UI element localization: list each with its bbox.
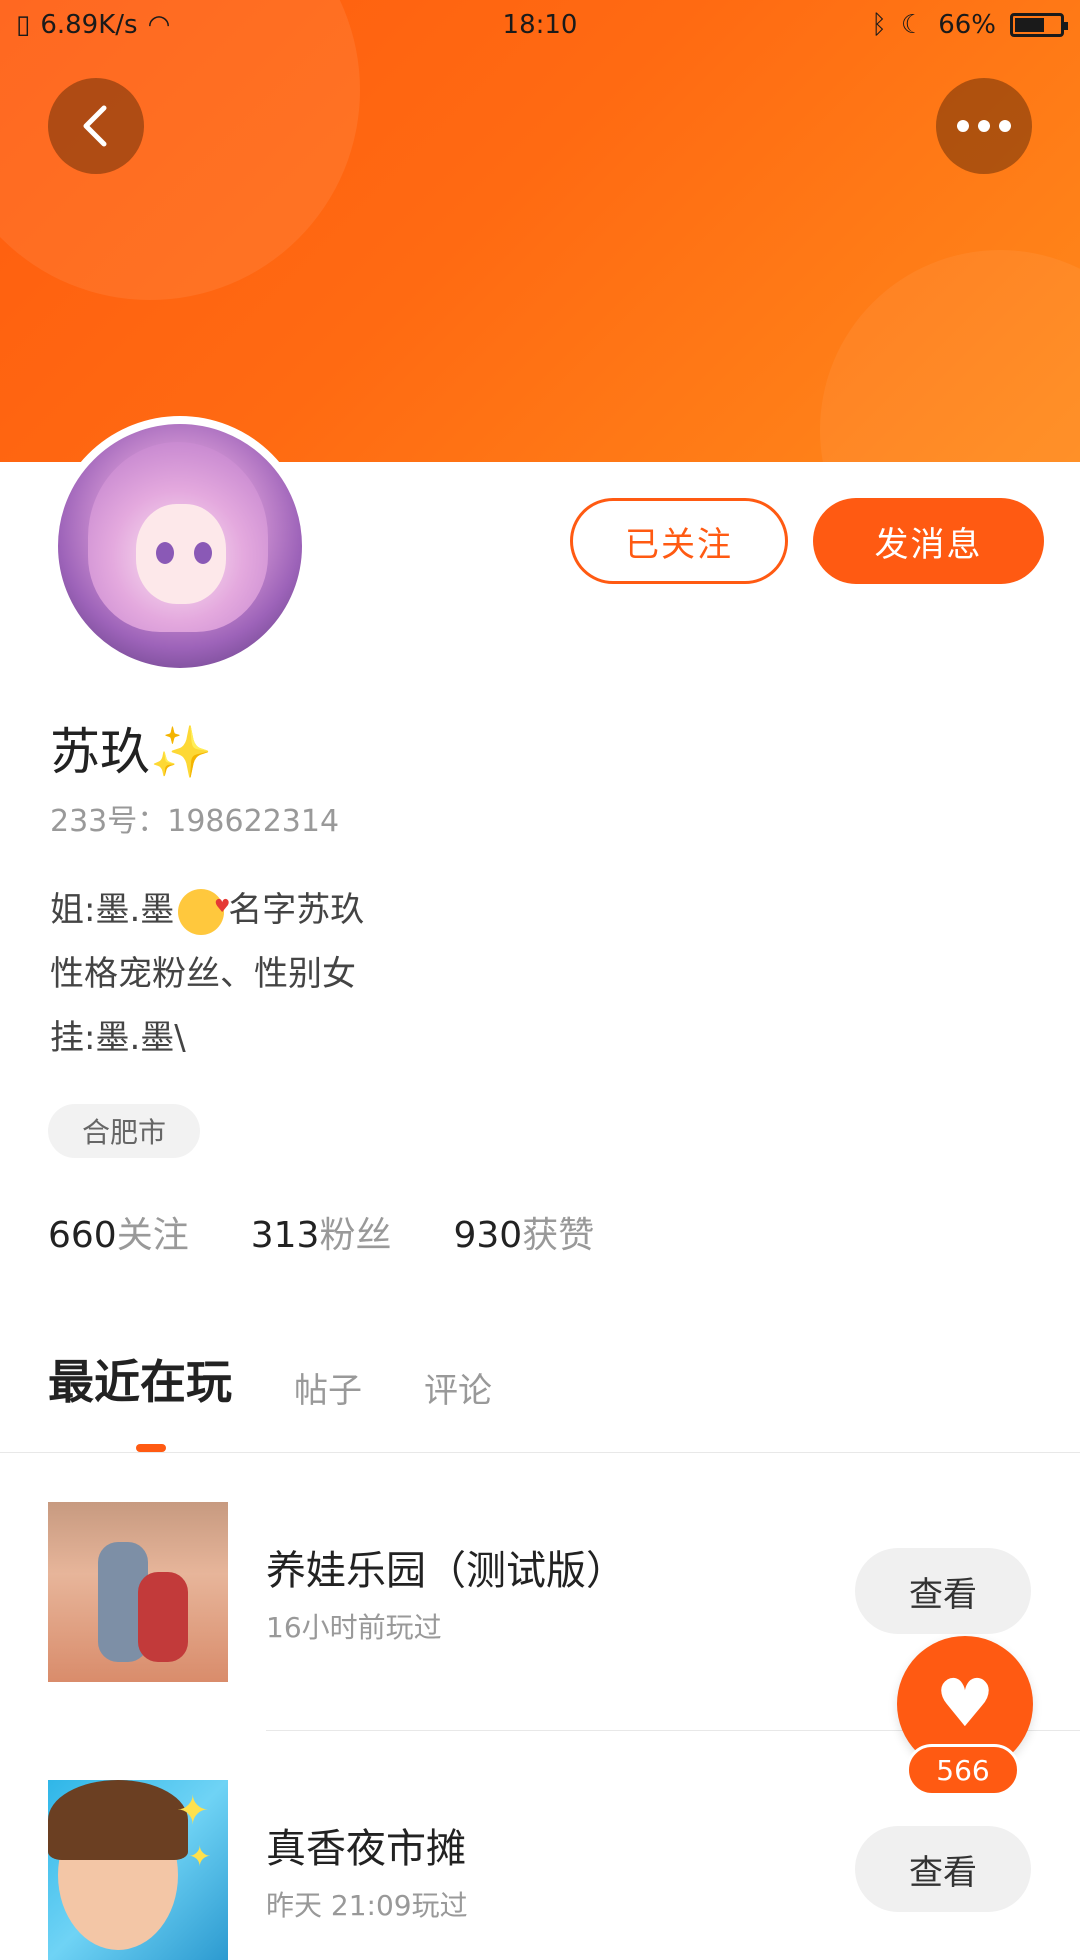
send-message-button[interactable]: 发消息: [813, 498, 1044, 584]
game-title: 养娃乐园（测试版）: [266, 1548, 626, 1594]
view-button[interactable]: 查看: [855, 1548, 1031, 1634]
battery-icon: [1010, 13, 1068, 37]
more-button[interactable]: [936, 78, 1032, 174]
game-last-played: 16小时前玩过: [266, 1611, 442, 1644]
tab-indicator: [136, 1444, 166, 1452]
stat-following[interactable]: 660关注: [48, 1206, 189, 1258]
game-thumbnail: [48, 1502, 228, 1682]
tab-comments[interactable]: 评论: [424, 1363, 492, 1412]
avatar[interactable]: [50, 416, 310, 676]
moon-icon: ☾: [900, 10, 925, 40]
more-horizontal-icon: [957, 120, 1011, 132]
profile-uid: 233号：198622314: [50, 804, 340, 839]
battery-percent: 66%: [938, 10, 996, 40]
bio-line: 挂:墨.墨\: [50, 1018, 186, 1058]
divider: [0, 1452, 1080, 1453]
profile-banner: ▯ 6.89K/s ◠ 18:10 ᛒ ☾ 66%: [0, 0, 1080, 462]
list-item[interactable]: ✦ ✦ 真香夜市摊 昨天 21:09玩过 查看: [0, 1780, 1080, 1960]
like-count-badge: 566: [906, 1744, 1020, 1796]
profile-tabs: 最近在玩 帖子 评论: [48, 1346, 492, 1412]
bluetooth-icon: ᛒ: [871, 10, 887, 40]
back-button[interactable]: [48, 78, 144, 174]
banner-glow: [820, 250, 1080, 462]
stat-likes[interactable]: 930获赞: [453, 1206, 594, 1258]
game-last-played: 昨天 21:09玩过: [266, 1889, 468, 1922]
tab-posts[interactable]: 帖子: [294, 1363, 362, 1412]
tab-recently-played[interactable]: 最近在玩: [48, 1346, 232, 1412]
stat-fans[interactable]: 313粉丝: [251, 1206, 392, 1258]
view-button[interactable]: 查看: [855, 1826, 1031, 1912]
profile-stats: 660关注 313粉丝 930获赞: [48, 1206, 594, 1258]
profile-bio: 姐:墨.墨 名字苏玖 性格宠粉丝、性别女 挂:墨.墨\: [50, 875, 365, 1070]
followed-button[interactable]: 已关注: [570, 498, 788, 584]
location-tag: 合肥市: [48, 1104, 200, 1158]
heart-icon: ♥: [935, 1665, 995, 1742]
game-thumbnail: ✦ ✦: [48, 1780, 228, 1960]
bio-line: 名字苏玖: [228, 890, 365, 930]
game-title: 真香夜市摊: [266, 1826, 466, 1872]
status-bar: ▯ 6.89K/s ◠ 18:10 ᛒ ☾ 66%: [0, 0, 1080, 52]
bio-line: 姐:墨.墨: [50, 890, 175, 930]
profile-name: 苏玖✨: [50, 723, 213, 781]
bio-line: 性格宠粉丝、性别女: [50, 954, 356, 994]
kiss-emoji-icon: [178, 875, 230, 939]
chevron-left-icon: [83, 105, 107, 147]
